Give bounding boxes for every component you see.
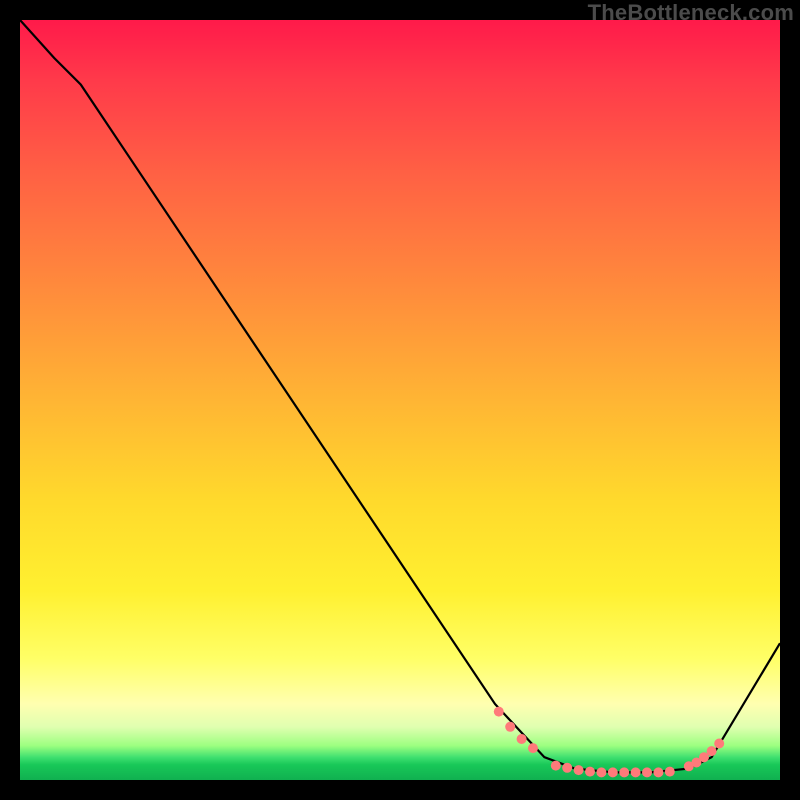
marker-dot — [505, 722, 515, 732]
marker-dot — [596, 767, 606, 777]
marker-dot — [665, 767, 675, 777]
marker-dot — [574, 765, 584, 775]
watermark-label: TheBottleneck.com — [588, 0, 794, 26]
marker-dot — [608, 767, 618, 777]
marker-dot — [551, 761, 561, 771]
marker-dot — [653, 767, 663, 777]
marker-dot — [528, 743, 538, 753]
marker-dots — [494, 707, 724, 778]
marker-dot — [714, 739, 724, 749]
marker-dot — [619, 767, 629, 777]
marker-dot — [631, 767, 641, 777]
bottleneck-curve-line — [20, 20, 780, 772]
marker-dot — [562, 763, 572, 773]
marker-dot — [585, 767, 595, 777]
chart-svg — [0, 0, 800, 800]
marker-dot — [517, 734, 527, 744]
marker-dot — [642, 767, 652, 777]
curve-path — [20, 20, 780, 772]
marker-dot — [494, 707, 504, 717]
marker-dot — [707, 746, 717, 756]
